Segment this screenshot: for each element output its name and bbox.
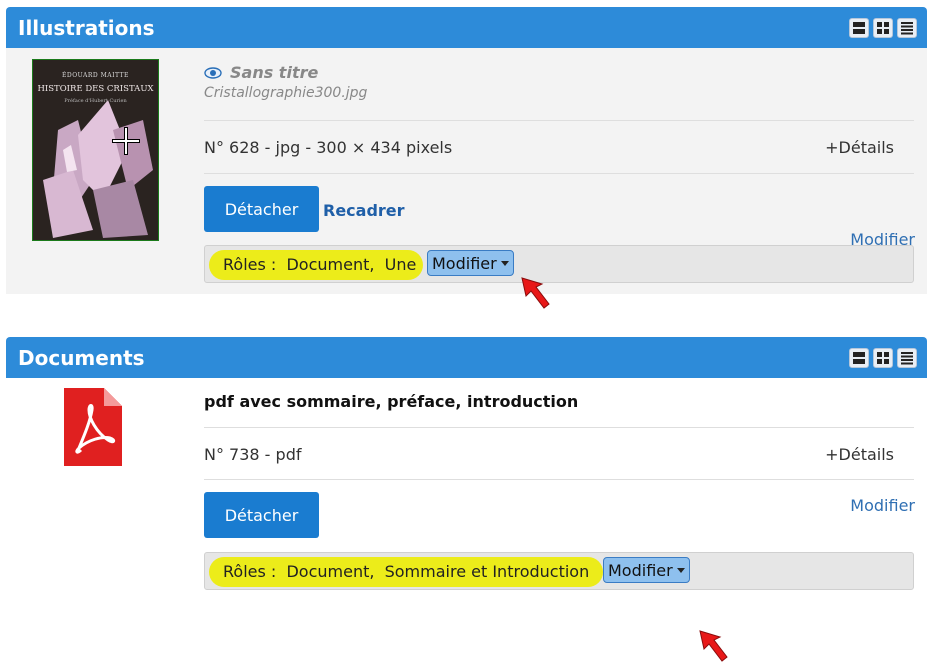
item-filename: Cristallographie300.jpg xyxy=(204,85,368,101)
book-title: HISTOIRE DES CRISTAUX xyxy=(37,84,154,94)
divider xyxy=(204,120,914,121)
illustrations-panel: Illustrations ÉDOUARD MAITTE HISTOIRE DE… xyxy=(6,7,927,309)
roles-bar: Rôles : Document, Sommaire et Introducti… xyxy=(204,552,914,590)
view-list-icon[interactable] xyxy=(897,347,917,368)
illustration-thumbnail[interactable]: ÉDOUARD MAITTE HISTOIRE DES CRISTAUX Pré… xyxy=(32,59,159,241)
view-list-icon[interactable] xyxy=(897,17,917,38)
roles-modifier-label: Modifier xyxy=(432,253,497,273)
item-title: Sans titre xyxy=(230,63,319,82)
details-link[interactable]: +Détails xyxy=(825,138,894,157)
roles-modifier-dropdown[interactable]: Modifier xyxy=(427,250,514,276)
chevron-down-icon xyxy=(500,260,509,266)
panel-title: Illustrations xyxy=(18,15,155,40)
detach-button[interactable]: Détacher xyxy=(204,492,319,538)
divider xyxy=(204,173,914,174)
pdf-icon[interactable] xyxy=(64,388,122,466)
modifier-link[interactable]: Modifier xyxy=(850,496,915,515)
divider xyxy=(204,479,914,480)
view-large-icon[interactable] xyxy=(849,347,869,368)
item-meta: N° 628 - jpg - 300 × 434 pixels xyxy=(204,138,453,157)
view-switcher xyxy=(849,347,917,368)
book-subtitle: Préface d'Hubert Curien xyxy=(64,98,127,104)
view-grid-icon[interactable] xyxy=(873,17,893,38)
details-link[interactable]: +Détails xyxy=(825,445,894,464)
roles-text: Rôles : Document, Une xyxy=(223,255,417,274)
document-title: pdf avec sommaire, préface, introduction xyxy=(204,392,579,411)
illustrations-body: ÉDOUARD MAITTE HISTOIRE DES CRISTAUX Pré… xyxy=(6,48,927,309)
roles-modifier-dropdown[interactable]: Modifier xyxy=(603,557,690,583)
document-meta: N° 738 - pdf xyxy=(204,445,302,464)
red-pointer-arrow-icon xyxy=(699,630,728,662)
red-pointer-arrow-icon xyxy=(521,277,550,309)
documents-header: Documents xyxy=(6,337,927,378)
divider xyxy=(204,427,914,428)
item-title-row: Sans titre xyxy=(204,63,318,82)
chevron-down-icon xyxy=(676,567,685,573)
panel-title: Documents xyxy=(18,345,145,370)
documents-panel: Documents pdf avec sommaire, préface, in… xyxy=(6,337,927,662)
detach-button[interactable]: Détacher xyxy=(204,186,319,232)
eye-icon[interactable] xyxy=(204,66,222,79)
crop-crosshair-icon xyxy=(112,127,140,155)
view-switcher xyxy=(849,17,917,38)
roles-bar: Rôles : Document, Une Modifier xyxy=(204,245,914,283)
roles-modifier-label: Modifier xyxy=(608,560,673,580)
illustrations-header: Illustrations xyxy=(6,7,927,48)
roles-text: Rôles : Document, Sommaire et Introducti… xyxy=(223,562,590,581)
view-grid-icon[interactable] xyxy=(873,347,893,368)
recadrer-link[interactable]: Recadrer xyxy=(323,201,405,220)
book-author: ÉDOUARD MAITTE xyxy=(62,72,129,79)
documents-body: pdf avec sommaire, préface, introduction… xyxy=(6,378,927,662)
view-large-icon[interactable] xyxy=(849,17,869,38)
